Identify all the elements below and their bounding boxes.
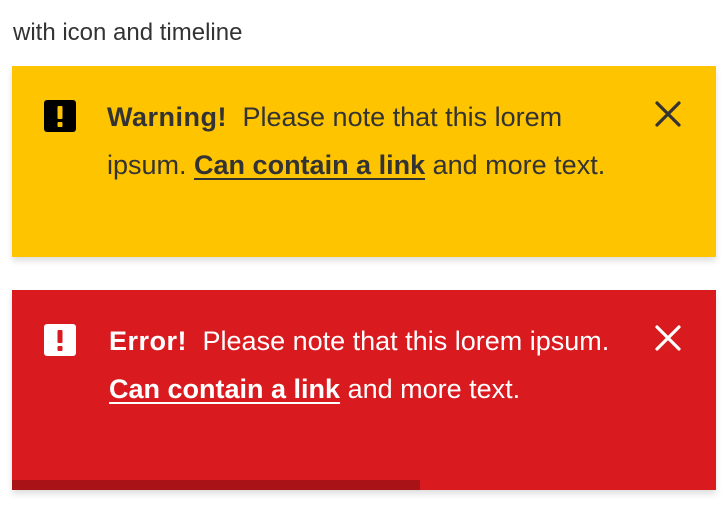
warning-message: Warning! Please note that this lorem ips…: [107, 93, 627, 189]
error-close-button[interactable]: [654, 324, 682, 352]
warning-alert: Warning! Please note that this lorem ips…: [12, 66, 716, 257]
warning-close-button[interactable]: [654, 100, 682, 128]
error-link[interactable]: Can contain a link: [109, 374, 340, 404]
error-title: Error!: [109, 326, 188, 356]
warning-text-after: and more text.: [432, 150, 606, 180]
exclamation-square-icon: [44, 100, 76, 132]
close-icon: [655, 325, 681, 351]
error-text-after: and more text.: [347, 374, 521, 404]
warning-title: Warning!: [107, 102, 227, 132]
example-caption: with icon and timeline: [13, 19, 243, 46]
error-text-before: Please note that this lorem ipsum.: [202, 326, 610, 356]
error-message: Error! Please note that this lorem ipsum…: [109, 317, 629, 413]
close-icon: [655, 101, 681, 127]
exclamation-square-icon: [44, 324, 76, 356]
timeline-progress-bar: [12, 480, 421, 490]
warning-link[interactable]: Can contain a link: [194, 150, 425, 180]
error-alert: Error! Please note that this lorem ipsum…: [12, 290, 716, 490]
